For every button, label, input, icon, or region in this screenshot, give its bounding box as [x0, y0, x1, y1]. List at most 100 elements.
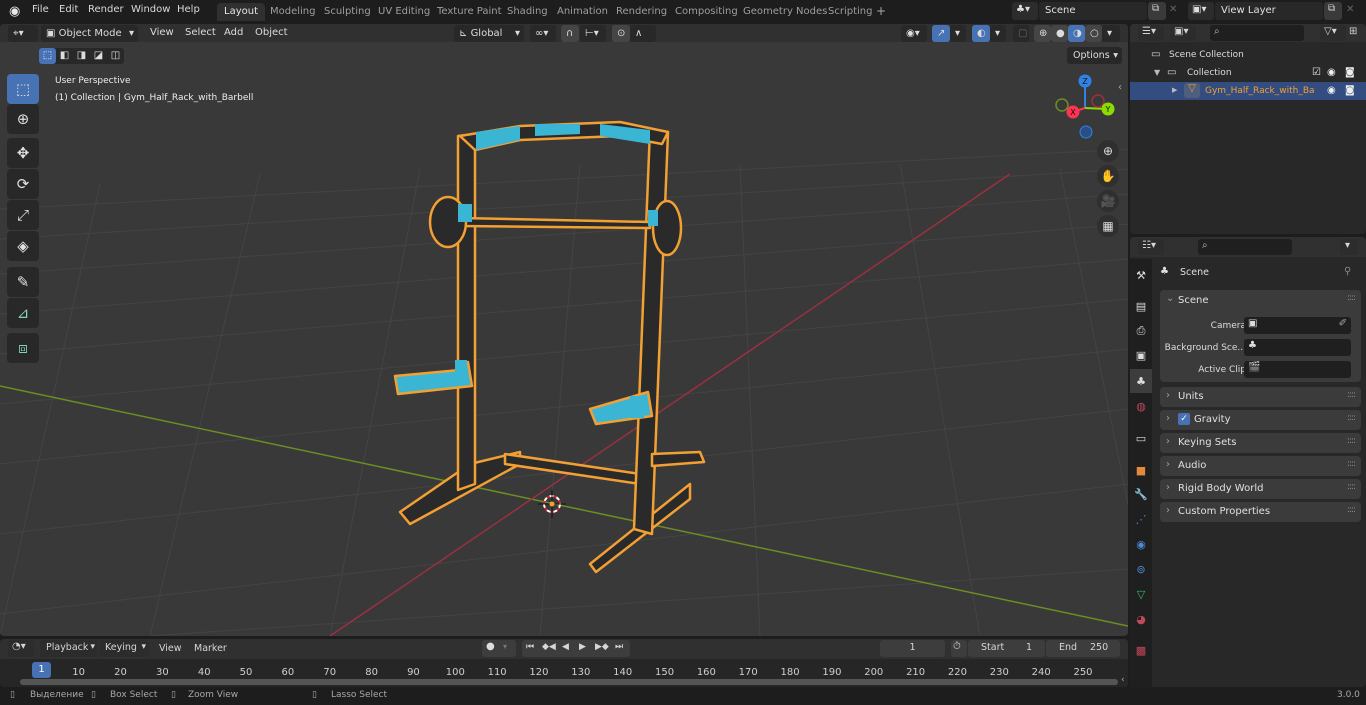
playhead[interactable]: 1	[32, 662, 51, 678]
current-frame-field[interactable]: 1	[880, 640, 945, 657]
tab-compositing[interactable]: Compositing	[668, 3, 745, 21]
tab-shading[interactable]: Shading	[500, 3, 555, 21]
pin-icon[interactable]: ⚲	[1344, 266, 1351, 277]
drag-grip-icon[interactable]: ::::	[1347, 482, 1356, 492]
use-preview-range-toggle[interactable]: ⏱	[951, 640, 967, 657]
collapse-icon[interactable]: ‹	[1121, 675, 1125, 685]
drag-grip-icon[interactable]: ::::	[1347, 459, 1356, 469]
overlays-dropdown[interactable]: ▾	[990, 25, 1006, 42]
tab-texture-paint[interactable]: Texture Paint	[430, 3, 509, 21]
select-mode-intersect-icon[interactable]: ◫	[107, 48, 124, 64]
visibility-selectability-button[interactable]: ◉▾	[901, 25, 927, 42]
ortho-toggle-button[interactable]: ▦	[1097, 215, 1119, 237]
transform-orientation-selector[interactable]: ⊾ Global ▾	[454, 25, 524, 42]
navigation-gizmo[interactable]: Z Y X	[1055, 74, 1115, 139]
tab-animation[interactable]: Animation	[550, 3, 615, 21]
drag-grip-icon[interactable]: ::::	[1347, 505, 1356, 515]
keying-menu[interactable]: Keying ▾	[99, 640, 149, 657]
drag-grip-icon[interactable]: ::::	[1347, 413, 1356, 423]
shading-rendered[interactable]: ○	[1085, 25, 1102, 42]
tab-view-layer[interactable]: ▣	[1130, 343, 1152, 367]
view-layer-selector-button[interactable]: ▣▾	[1188, 2, 1214, 20]
tab-texture[interactable]: ▩	[1130, 638, 1152, 662]
eye-icon[interactable]: ◉	[1327, 85, 1336, 96]
proportional-edit-toggle[interactable]: ⊙	[612, 25, 630, 42]
select-mode-subtract-icon[interactable]: ◨	[73, 48, 90, 64]
tab-geometry-nodes[interactable]: Geometry Nodes	[736, 3, 834, 21]
active-clip-field[interactable]: 🎬	[1244, 361, 1351, 378]
tool-tweak[interactable]: ⬚	[7, 74, 39, 104]
play-reverse-icon[interactable]: ◀	[562, 642, 569, 652]
timeline-editor-type[interactable]: ◔▾	[8, 640, 34, 657]
menu-select[interactable]: Select	[185, 27, 216, 38]
expand-arrow-icon[interactable]: ▼	[1154, 68, 1160, 77]
tab-layout[interactable]: Layout	[217, 3, 265, 21]
units-panel[interactable]: › Units ::::	[1160, 387, 1361, 407]
rigid-body-world-panel[interactable]: › Rigid Body World ::::	[1160, 479, 1361, 499]
tool-add-cube[interactable]: ⧈	[7, 333, 39, 363]
play-icon[interactable]: ▶	[579, 642, 586, 652]
delete-scene-icon[interactable]: ✕	[1169, 4, 1177, 15]
drag-grip-icon[interactable]: ::::	[1347, 293, 1356, 303]
properties-search-input[interactable]: ⌕	[1198, 239, 1292, 255]
tab-modifiers[interactable]: 🔧	[1130, 482, 1152, 506]
expand-arrow-icon[interactable]: ▶	[1172, 86, 1177, 94]
tab-world[interactable]: ◍	[1130, 394, 1152, 418]
prev-keyframe-icon[interactable]: ◆◀	[542, 642, 556, 652]
editor-type-button[interactable]: ⌖▾	[8, 25, 38, 42]
eyedropper-icon[interactable]: ✐	[1339, 318, 1347, 329]
tab-data[interactable]: ▽	[1130, 582, 1152, 606]
outliner-row[interactable]: ▭ Scene Collection	[1130, 46, 1366, 64]
auto-keying-toggle[interactable]: ● ▾	[482, 640, 516, 657]
blender-logo-icon[interactable]: ◉	[9, 4, 20, 19]
zoom-view-button[interactable]: ⊕	[1097, 140, 1119, 162]
tab-tool[interactable]: ⚒	[1130, 263, 1152, 287]
view-layer-name-field[interactable]: View Layer	[1215, 2, 1323, 20]
camera-field[interactable]: ▣ ✐	[1244, 317, 1351, 334]
shading-wireframe[interactable]: ⊕	[1034, 25, 1051, 42]
tool-rotate[interactable]: ⟳	[7, 169, 39, 199]
gravity-checkbox[interactable]: ✓	[1178, 413, 1190, 425]
filter-button[interactable]: ▽▾	[1320, 25, 1346, 41]
proportional-falloff-button[interactable]: ∧	[630, 25, 656, 42]
drag-grip-icon[interactable]: ::::	[1347, 436, 1356, 446]
tab-modeling[interactable]: Modeling	[263, 3, 323, 21]
3d-cursor-icon[interactable]	[538, 490, 566, 518]
pivot-point-button[interactable]: ∞▾	[530, 25, 556, 42]
camera-render-icon[interactable]: ◙	[1345, 67, 1355, 78]
outliner-row-selected[interactable]: ▶ ▽ Gym_Half_Rack_with_Ba ◉ ◙	[1130, 82, 1366, 100]
select-mode-extend-icon[interactable]: ◧	[56, 48, 73, 64]
camera-view-button[interactable]: 🎥	[1097, 190, 1119, 212]
options-button[interactable]: Options ▾	[1067, 47, 1122, 64]
mode-selector[interactable]: ▣ Object Mode ▾	[41, 25, 138, 42]
drag-grip-icon[interactable]: ::::	[1347, 390, 1356, 400]
tab-output[interactable]: ⎙	[1130, 319, 1152, 343]
menu-view[interactable]: View	[150, 27, 174, 38]
shading-solid[interactable]: ●	[1051, 25, 1068, 42]
overlays-toggle[interactable]: ◐	[972, 25, 990, 42]
new-view-layer-button[interactable]: ⧉	[1324, 2, 1342, 20]
menu-file[interactable]: File	[32, 4, 49, 15]
scene-name-field[interactable]: Scene	[1039, 2, 1147, 20]
jump-end-icon[interactable]: ⏭	[615, 642, 623, 652]
custom-properties-panel[interactable]: › Custom Properties ::::	[1160, 502, 1361, 522]
end-frame-field[interactable]: End 250	[1046, 640, 1120, 657]
menu-add[interactable]: Add	[224, 27, 243, 38]
select-mode-new-icon[interactable]: ⬚	[39, 48, 56, 64]
menu-object[interactable]: Object	[255, 27, 288, 38]
jump-start-icon[interactable]: ⏮	[526, 642, 534, 652]
menu-marker[interactable]: Marker	[194, 643, 227, 654]
gizmo-toggle[interactable]: ↗	[932, 25, 950, 42]
exclude-checkbox-icon[interactable]: ☑	[1312, 67, 1321, 78]
gravity-panel[interactable]: › ✓ Gravity ::::	[1160, 410, 1361, 430]
menu-render[interactable]: Render	[88, 4, 124, 15]
camera-render-icon[interactable]: ◙	[1345, 85, 1355, 96]
tab-material[interactable]: ◕	[1130, 607, 1152, 631]
tool-move[interactable]: ✥	[7, 138, 39, 168]
tab-render[interactable]: ▤	[1130, 294, 1152, 318]
properties-options-dropdown[interactable]: ▾	[1340, 239, 1358, 255]
tab-particles[interactable]: ⋰	[1130, 507, 1152, 531]
xray-toggle[interactable]: ▢	[1013, 25, 1029, 42]
tab-collection[interactable]: ▭	[1130, 426, 1152, 450]
tab-physics[interactable]: ◉	[1130, 532, 1152, 556]
